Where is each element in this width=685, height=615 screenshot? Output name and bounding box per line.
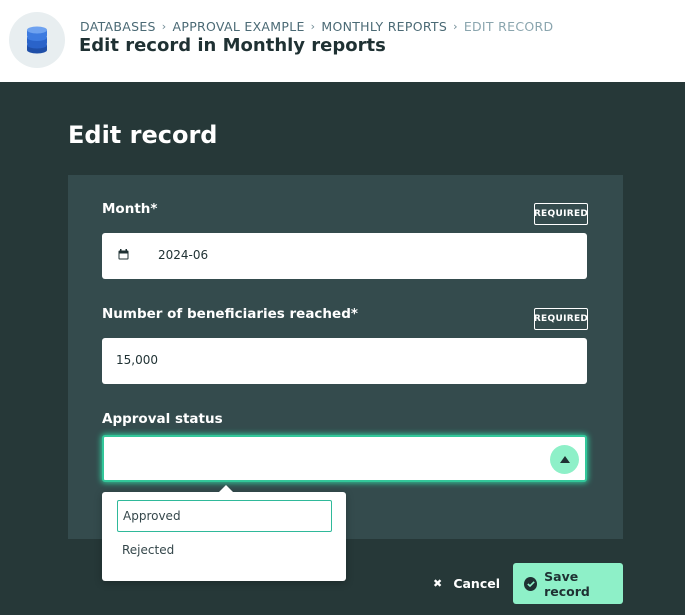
breadcrumb-monthly-reports[interactable]: MONTHLY REPORTS — [321, 19, 447, 34]
page-title: Edit record in Monthly reports — [79, 35, 386, 56]
check-circle-icon — [524, 576, 538, 591]
dropdown-toggle-button[interactable] — [550, 445, 579, 474]
save-record-button[interactable]: Save record — [513, 563, 623, 604]
cancel-button[interactable]: ✖ Cancel — [430, 568, 500, 598]
chevron-right-icon: › — [310, 20, 316, 33]
approval-status-label: Approval status — [102, 411, 223, 427]
breadcrumb-edit-record: EDIT RECORD — [463, 19, 554, 34]
breadcrumb: DATABASES › APPROVAL EXAMPLE › MONTHLY REPOR… — [80, 19, 553, 34]
beneficiaries-input[interactable]: 15,000 — [102, 338, 587, 384]
beneficiaries-value: 15,000 — [116, 353, 158, 367]
close-icon: ✖ — [433, 576, 443, 590]
form-heading: Edit record — [68, 121, 218, 149]
beneficiaries-required-badge: REQUIRED — [534, 308, 588, 330]
breadcrumb-databases[interactable]: DATABASES — [80, 19, 156, 34]
page-header: DATABASES › APPROVAL EXAMPLE › MONTHLY REPOR… — [0, 0, 685, 82]
dropdown-caret — [219, 485, 233, 492]
option-approved[interactable]: Approved — [117, 500, 332, 532]
month-input[interactable]: 2024-06 — [102, 233, 587, 279]
save-label: Save record — [544, 568, 590, 599]
month-required-badge: REQUIRED — [534, 203, 588, 225]
calendar-icon — [118, 249, 129, 260]
caret-up-icon — [559, 456, 570, 463]
option-rejected[interactable]: Rejected — [117, 534, 332, 566]
chevron-right-icon: › — [161, 20, 167, 33]
beneficiaries-label: Number of beneficiaries reached* — [102, 306, 358, 322]
breadcrumb-approval-example[interactable]: APPROVAL EXAMPLE — [173, 19, 305, 34]
cancel-label: Cancel — [453, 575, 500, 591]
database-icon — [27, 26, 47, 54]
month-label: Month* — [102, 201, 158, 217]
month-value: 2024-06 — [158, 248, 209, 262]
approval-status-select[interactable] — [102, 435, 587, 482]
database-avatar — [9, 12, 65, 68]
approval-status-dropdown: Approved Rejected — [102, 485, 346, 581]
chevron-right-icon: › — [453, 20, 458, 33]
